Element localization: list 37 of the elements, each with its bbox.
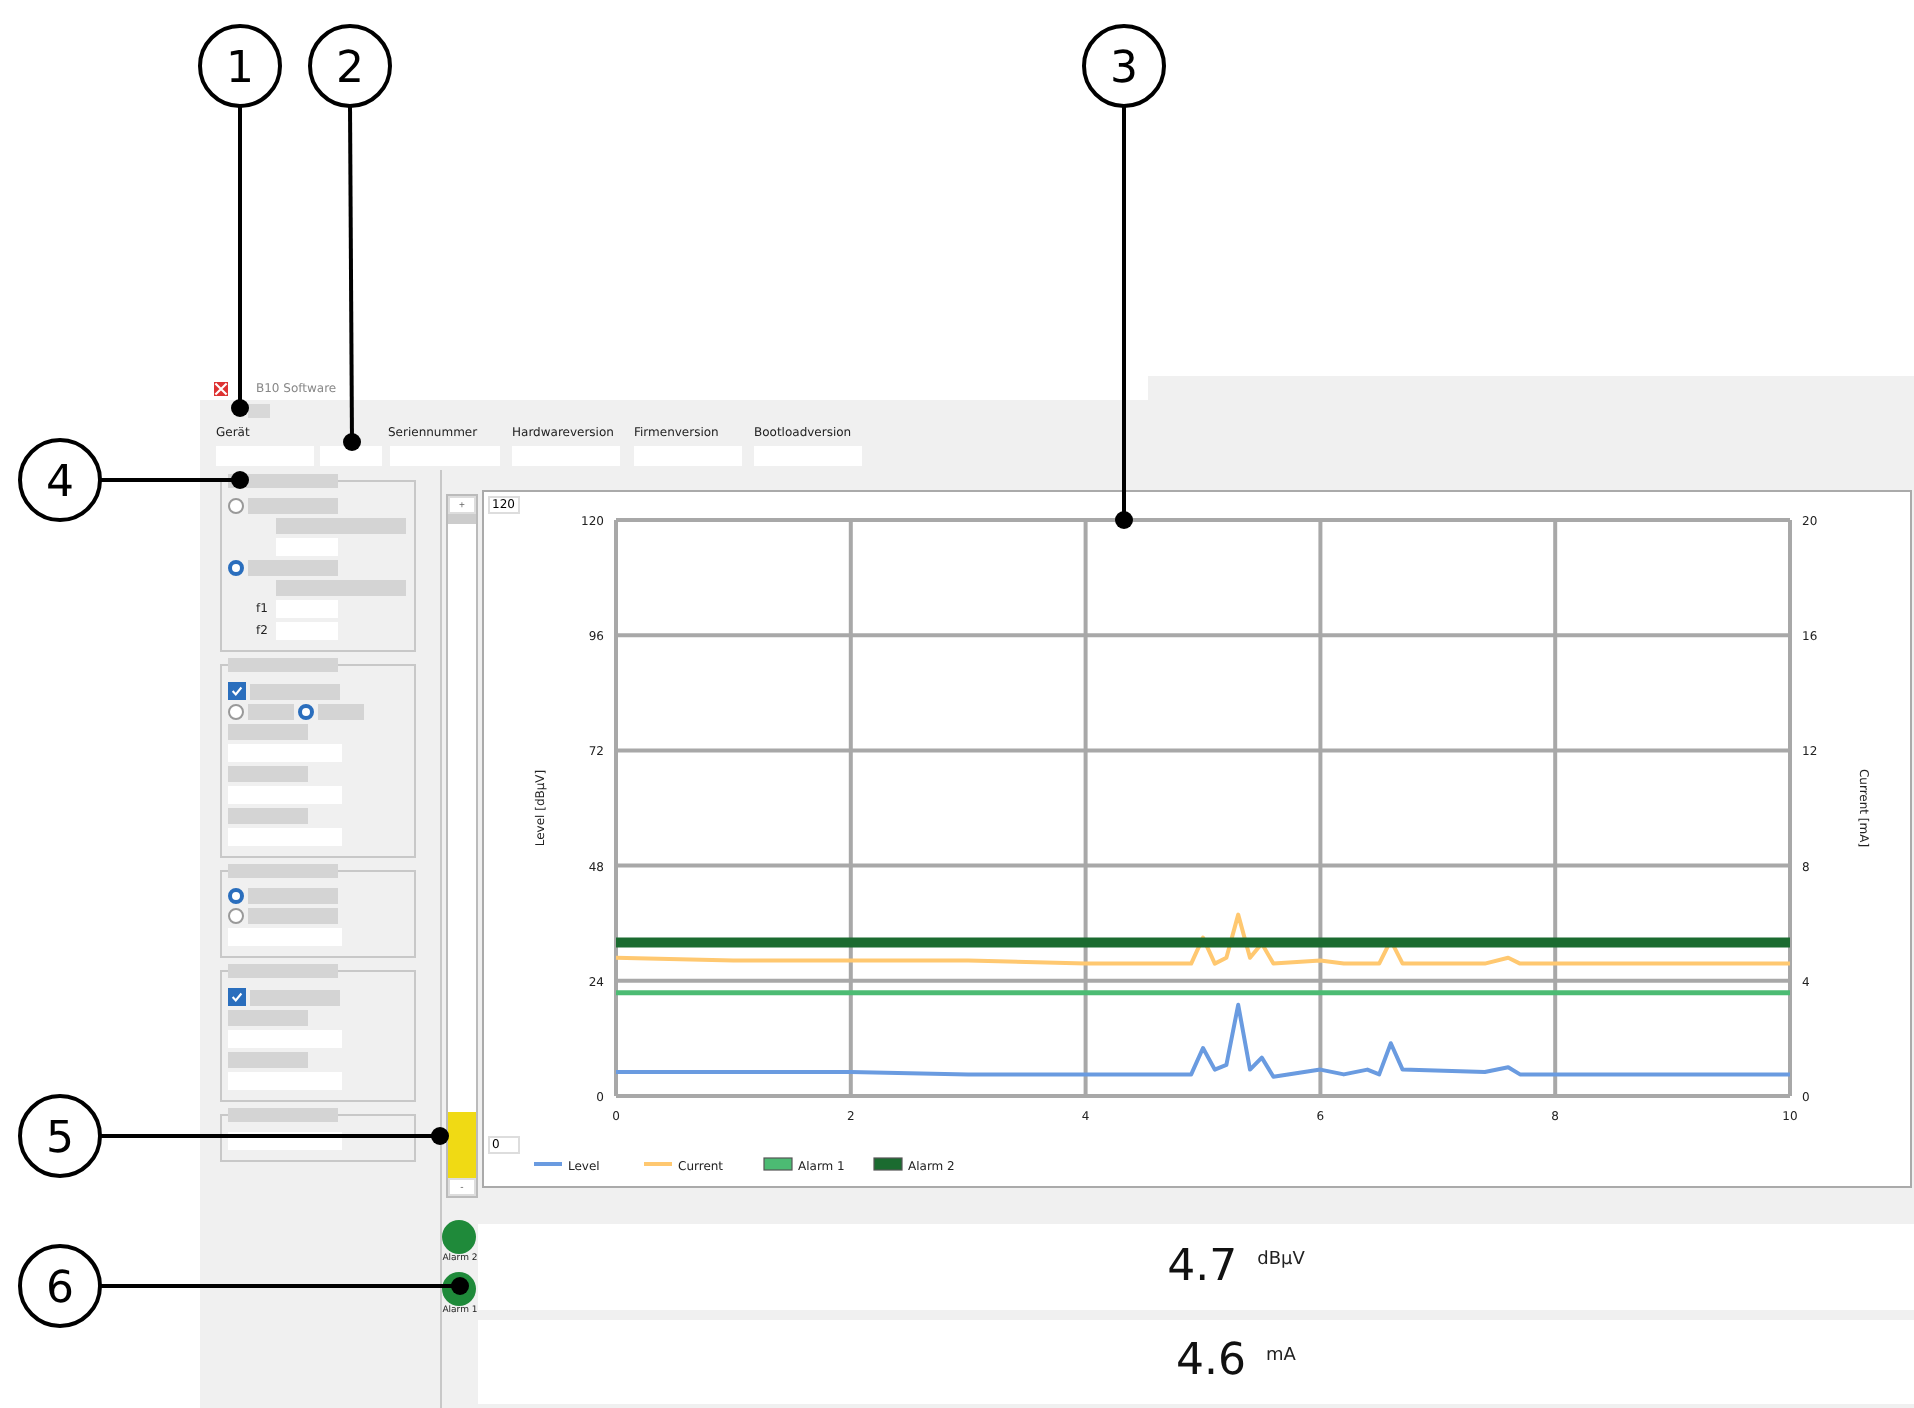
readout-unit: mA [1266,1345,1296,1366]
callout-marker: 1 [198,24,282,108]
redacted-label [318,704,364,720]
checkbox[interactable] [228,988,246,1006]
redacted-label [228,1052,308,1068]
callout-marker: 5 [18,1094,102,1178]
readout-value: 4.7 [1167,1241,1238,1292]
redacted-label [250,989,340,1005]
redacted-label [228,724,308,740]
redacted-label [448,514,476,524]
redacted-label [228,1010,308,1026]
redacted-label [250,683,340,699]
callout-marker: 4 [18,438,102,522]
menu-item[interactable] [248,403,270,417]
redacted-label [248,704,294,720]
callout-marker: 2 [308,24,392,108]
input-field[interactable] [320,446,382,466]
radio-button[interactable] [228,560,244,576]
redacted-label [276,580,406,596]
radio-button[interactable] [228,704,244,720]
callout-marker: 6 [18,1244,102,1328]
radio-button[interactable] [228,908,244,924]
readout-value: 4.6 [1176,1336,1247,1387]
radio-button[interactable] [228,888,244,904]
redacted-label [248,560,338,576]
callout-marker: 3 [1082,24,1166,108]
redacted-label [228,808,308,824]
redacted-label [248,908,338,924]
readout-unit: dBµV [1257,1250,1305,1271]
redacted-label [248,498,338,514]
radio-button[interactable] [298,704,314,720]
redacted-label [276,518,406,534]
radio-button[interactable] [228,498,244,514]
redacted-label [248,888,338,904]
app-icon [214,381,228,395]
redacted-label [228,766,308,782]
checkbox[interactable] [228,682,246,700]
